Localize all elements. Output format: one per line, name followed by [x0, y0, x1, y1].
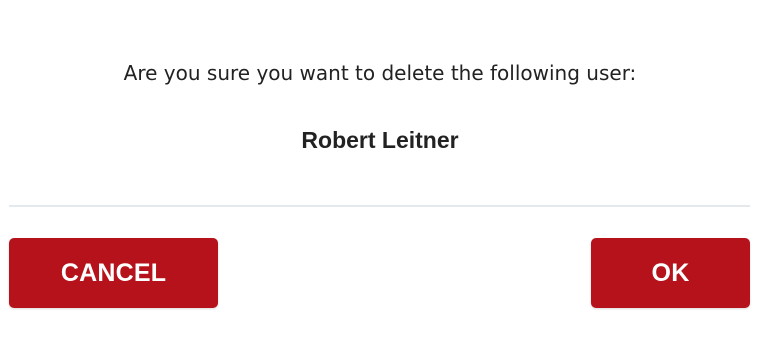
delete-user-dialog: Are you sure you want to delete the foll… [0, 0, 780, 338]
divider [9, 205, 750, 207]
user-name: Robert Leitner [301, 127, 459, 153]
cancel-button[interactable]: CANCEL [9, 238, 218, 308]
ok-button[interactable]: OK [591, 238, 750, 308]
confirm-message: Are you sure you want to delete the foll… [123, 61, 637, 85]
